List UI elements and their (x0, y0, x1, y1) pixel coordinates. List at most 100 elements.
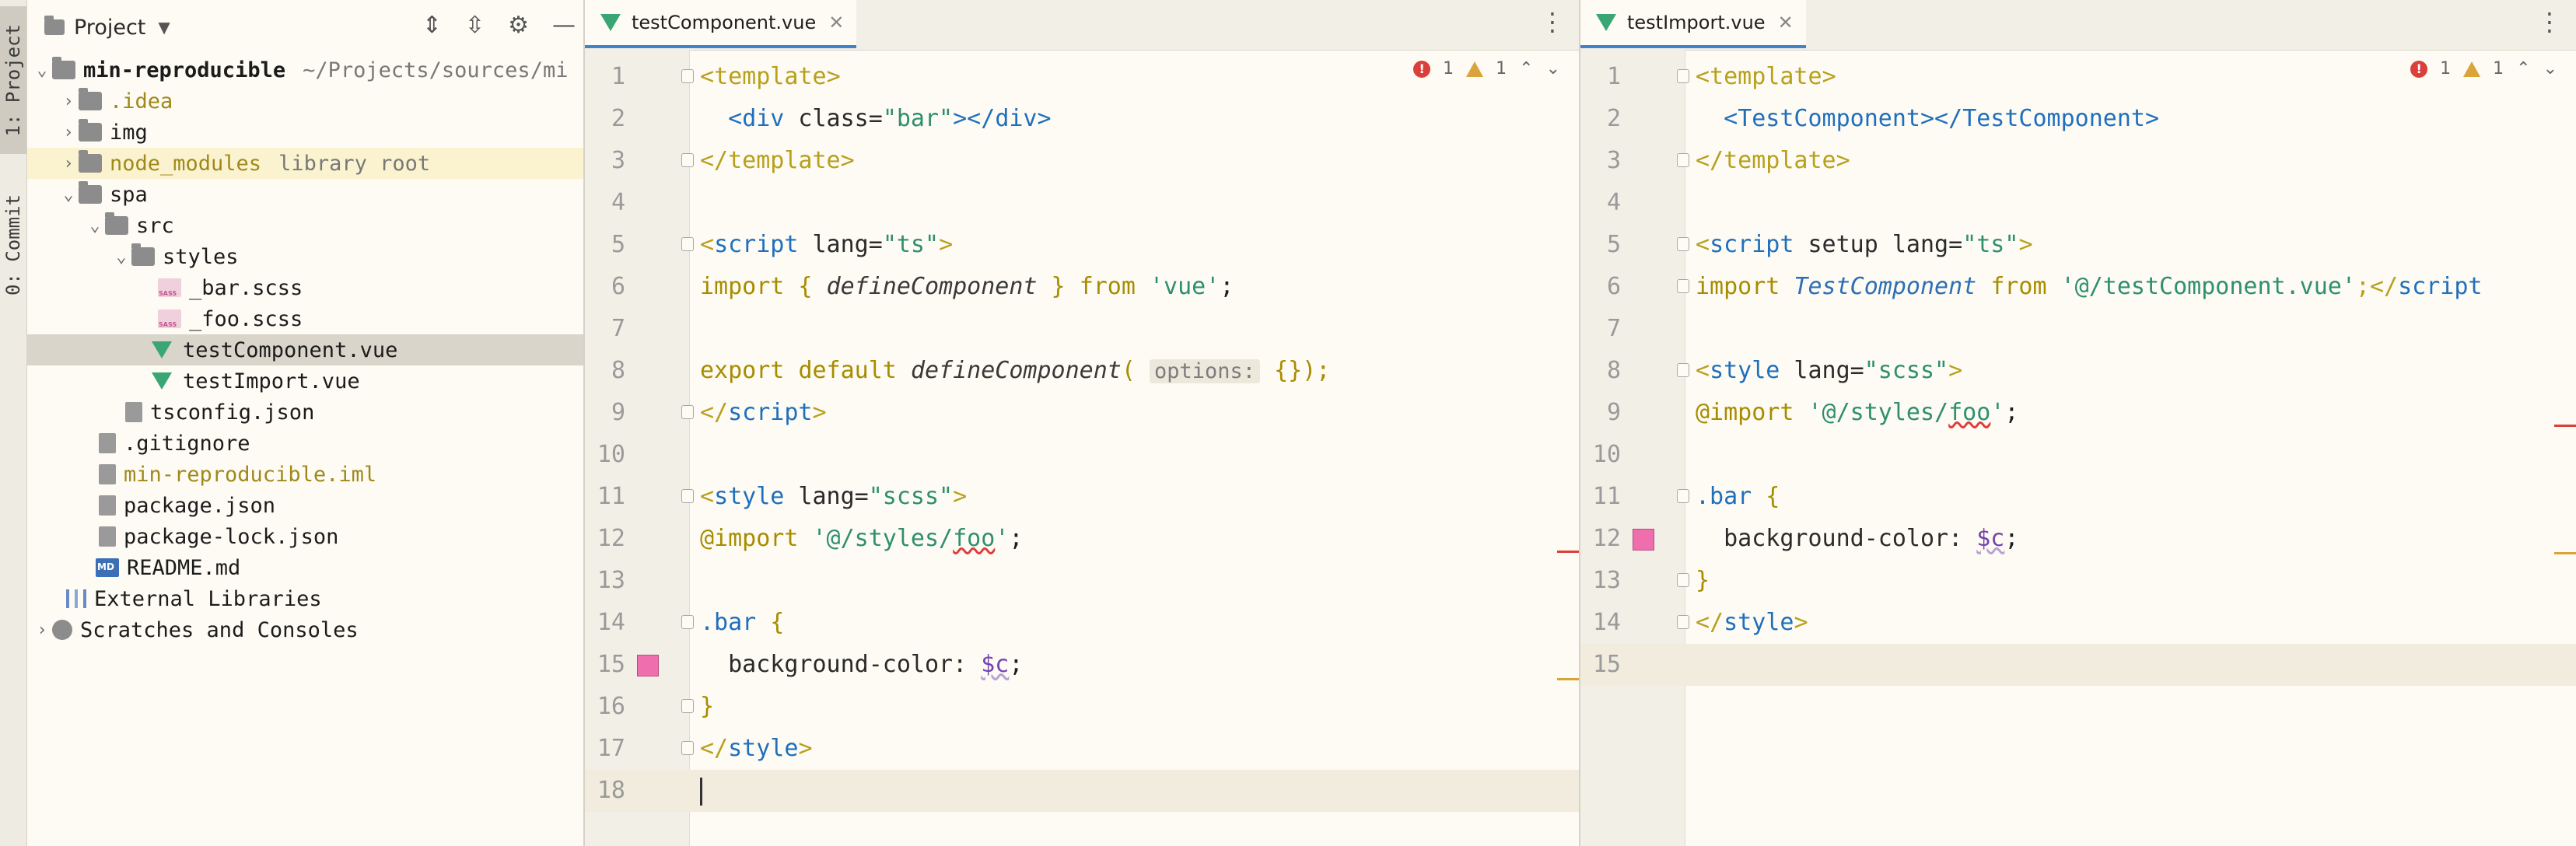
sass-file-icon (158, 278, 181, 297)
code-line: 2 <div class="bar"></div> (585, 98, 1579, 140)
chevron-right-icon[interactable]: › (58, 123, 79, 142)
error-stripe-mark[interactable] (2554, 425, 2576, 427)
parameter-hint: options: (1150, 359, 1261, 383)
color-swatch-icon[interactable] (637, 655, 659, 676)
fold-icon[interactable] (681, 153, 694, 167)
code-line: 13} (1580, 560, 2576, 602)
code-line: 12 background-color: $c; (1580, 518, 2576, 560)
fold-icon[interactable] (1677, 279, 1689, 293)
fold-icon[interactable] (681, 615, 694, 629)
fold-icon[interactable] (681, 405, 694, 419)
tool-tab-project[interactable]: 1: Project (0, 6, 26, 154)
fold-icon[interactable] (1677, 363, 1689, 377)
fold-icon[interactable] (681, 699, 694, 713)
tree-item-label: _bar.scss (189, 275, 303, 300)
tree-item-iml[interactable]: min-reproducible.iml (27, 459, 583, 490)
tab-test-import[interactable]: testImport.vue ✕ (1580, 0, 1806, 48)
error-stripe-mark[interactable] (1557, 551, 1579, 553)
close-icon[interactable]: ✕ (828, 12, 844, 33)
fold-icon[interactable] (1677, 237, 1689, 251)
fold-icon[interactable] (1677, 573, 1689, 587)
line-number: 7 (611, 315, 625, 342)
tree-item-idea[interactable]: › .idea (27, 86, 583, 117)
line-number: 10 (1592, 441, 1621, 468)
tree-item-label: testImport.vue (183, 369, 360, 393)
chevron-down-icon[interactable]: ⌄ (32, 61, 52, 80)
vue-file-icon (600, 14, 621, 31)
editor-right[interactable]: testImport.vue ✕ ⋮ ! 1 1 ⌃ ⌄ 1 <template> … (1580, 0, 2576, 846)
fold-icon[interactable] (681, 489, 694, 503)
close-icon[interactable]: ✕ (1778, 12, 1794, 33)
code-line: 4 (585, 182, 1579, 224)
code-line: 5 <script lang="ts"> (585, 224, 1579, 266)
more-vertical-icon[interactable]: ⋮ (1540, 9, 1565, 34)
color-swatch-icon[interactable] (1633, 529, 1654, 551)
chevron-right-icon[interactable]: › (58, 92, 79, 111)
fold-icon[interactable] (1677, 615, 1689, 629)
more-vertical-icon[interactable]: ⋮ (2537, 9, 2562, 34)
tool-tab-commit[interactable]: 0: Commit (0, 179, 26, 311)
chevron-down-icon[interactable]: ⌄ (85, 216, 105, 236)
tree-item-foo-scss[interactable]: _foo.scss (27, 303, 583, 334)
expand-all-icon[interactable]: ⇕ (422, 14, 442, 37)
tree-item-external-libraries[interactable]: External Libraries (27, 583, 583, 614)
tool-tab-project-label: 1: Project (2, 23, 24, 137)
tree-item-label: min-reproducible.iml (124, 462, 377, 487)
tree-item-spa[interactable]: ⌄ spa (27, 179, 583, 210)
editor-left[interactable]: testComponent.vue ✕ ⋮ ! 1 1 ⌃ ⌄ 1 <templat… (585, 0, 1580, 846)
tree-item-path: ~/Projects/sources/mi (303, 58, 569, 82)
chevron-down-icon[interactable]: ▼ (158, 18, 170, 37)
line-number: 14 (597, 609, 625, 636)
gear-icon[interactable]: ⚙ (508, 14, 529, 37)
vue-file-icon (152, 341, 172, 358)
warning-stripe-mark[interactable] (2554, 552, 2576, 554)
tree-item-package-json[interactable]: package.json (27, 490, 583, 521)
line-number: 11 (1592, 483, 1621, 510)
fold-icon[interactable] (1677, 69, 1689, 83)
chevron-down-icon[interactable]: ⌄ (58, 185, 79, 205)
tree-item-test-component[interactable]: testComponent.vue (27, 334, 583, 365)
fold-icon[interactable] (681, 741, 694, 755)
line-number: 4 (1606, 189, 1621, 216)
collapse-all-icon[interactable]: ⇳ (465, 14, 485, 37)
minimize-icon[interactable]: — (552, 14, 576, 37)
fold-icon[interactable] (681, 69, 694, 83)
tab-test-component[interactable]: testComponent.vue ✕ (585, 0, 857, 48)
tree-item-readme[interactable]: README.md (27, 552, 583, 583)
tree-item-package-lock[interactable]: package-lock.json (27, 521, 583, 552)
fold-icon[interactable] (1677, 489, 1689, 503)
tree-item-label: node_modules (110, 151, 262, 176)
project-panel: Project ▼ ⇕ ⇳ ⚙ — ⌄ min-reproducible ~/P… (27, 0, 585, 846)
project-panel-title[interactable]: Project (74, 16, 145, 40)
tree-item-img[interactable]: › img (27, 117, 583, 148)
line-number: 9 (1606, 399, 1621, 426)
chevron-right-icon[interactable]: › (32, 621, 52, 640)
line-number: 16 (597, 693, 625, 720)
chevron-right-icon[interactable]: › (58, 154, 79, 173)
sass-file-icon (158, 309, 181, 328)
tree-item-styles[interactable]: ⌄ styles (27, 241, 583, 272)
tree-item-tsconfig[interactable]: tsconfig.json (27, 397, 583, 428)
tree-item-scratches[interactable]: › Scratches and Consoles (27, 614, 583, 645)
chevron-down-icon[interactable]: ⌄ (111, 247, 131, 267)
line-number: 18 (597, 777, 625, 804)
code-line: 1 <template> (1580, 56, 2576, 98)
line-number: 15 (1592, 651, 1621, 678)
warning-stripe-mark[interactable] (1557, 678, 1579, 680)
tree-item-gitignore[interactable]: .gitignore (27, 428, 583, 459)
code-line: 3 </template> (585, 140, 1579, 182)
folder-icon (131, 243, 155, 266)
fold-icon[interactable] (1677, 153, 1689, 167)
line-number: 8 (611, 357, 625, 384)
tree-item-src[interactable]: ⌄ src (27, 210, 583, 241)
line-number: 6 (611, 273, 625, 300)
line-number: 5 (611, 231, 625, 258)
tree-item-bar-scss[interactable]: _bar.scss (27, 272, 583, 303)
fold-icon[interactable] (681, 237, 694, 251)
tree-item-node-modules[interactable]: › node_modules library root (27, 148, 583, 179)
library-icon (66, 589, 86, 608)
tree-item-test-import[interactable]: testImport.vue (27, 365, 583, 397)
json-file-icon (125, 402, 142, 422)
tree-item-label: src (136, 213, 174, 238)
tree-item-root[interactable]: ⌄ min-reproducible ~/Projects/sources/mi (27, 54, 583, 86)
